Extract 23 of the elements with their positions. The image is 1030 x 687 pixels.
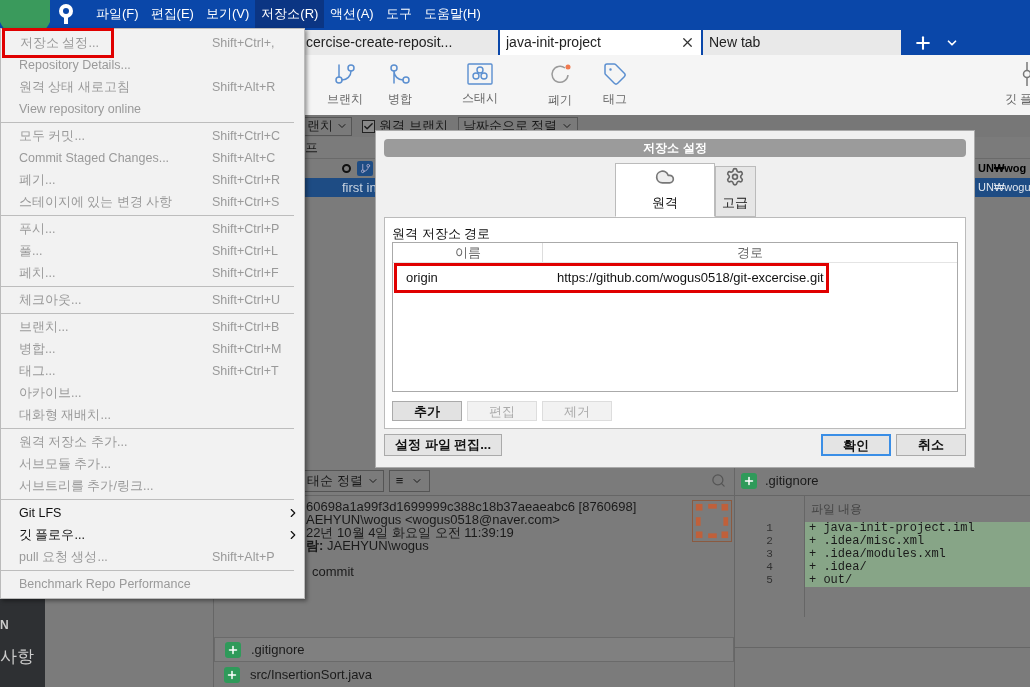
author-cell-text: UN₩wogu	[978, 180, 1030, 196]
line-number: 1	[766, 522, 773, 535]
file-name: src/InsertionSort.java	[250, 665, 373, 684]
line-number: 4	[766, 561, 773, 574]
diff-file-name: .gitignore	[765, 471, 819, 490]
table-cell-text: origin	[405, 269, 439, 288]
checkbox-label: 원격 브랜치	[379, 117, 448, 136]
column-header: 프	[305, 138, 318, 157]
author-cell-text: UN₩wog	[978, 161, 1028, 177]
line-number: 3	[766, 548, 773, 561]
commit-detail-line: 60698a1a99f3d1699999c388c18b37aeaeabc6 [8760698]	[306, 500, 638, 513]
commit-message: commit	[311, 565, 355, 578]
file-name: .gitignore	[251, 640, 305, 659]
line-number: 5	[766, 574, 773, 587]
dialog-title: 저장소 설정	[643, 140, 707, 157]
commit-detail-line: 람: JAEHYUN\wogus	[306, 539, 429, 552]
line-number: 2	[766, 535, 773, 548]
table-cell-text: https://github.com/wogus0518/git-excercise.git	[556, 269, 824, 288]
column-header: 경로	[736, 244, 764, 262]
commit-detail-line: 22년 10월 4일 화요일 오전 11:39:19	[306, 526, 514, 539]
column-header: 이름	[393, 243, 543, 262]
section-title: 원격 저장소 경로	[392, 225, 492, 242]
commit-detail-line: AEHYUN\wogus <wogus0518@naver.com>	[306, 513, 561, 526]
